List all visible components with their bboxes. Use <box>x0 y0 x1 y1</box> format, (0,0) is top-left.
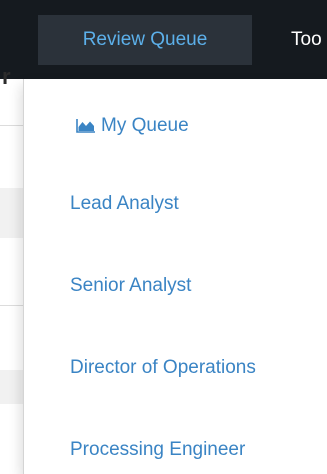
menu-item-lead-analyst[interactable]: Lead Analyst <box>70 193 179 215</box>
menu-item-label: My Queue <box>101 115 189 136</box>
background-divider <box>0 305 24 306</box>
menu-item-label: Processing Engineer <box>70 439 246 460</box>
nav-tab-label: Too <box>291 29 322 50</box>
menu-item-senior-analyst[interactable]: Senior Analyst <box>70 275 191 297</box>
menu-item-label: Senior Analyst <box>70 275 192 296</box>
area-chart-icon <box>76 119 95 133</box>
nav-tab-tools[interactable]: Too <box>291 15 322 65</box>
nav-tab-label: Review Queue <box>82 29 208 50</box>
background-panel <box>0 188 24 238</box>
menu-item-label: Lead Analyst <box>70 193 179 214</box>
menu-item-label: Director of Operations <box>70 357 256 378</box>
menu-item-director-of-operations[interactable]: Director of Operations <box>70 357 256 379</box>
review-queue-dropdown-menu: My Queue Lead Analyst Senior Analyst Dir… <box>23 79 327 474</box>
background-panel <box>0 370 24 404</box>
background-divider <box>0 125 24 126</box>
menu-item-processing-engineer[interactable]: Processing Engineer <box>70 439 245 461</box>
menu-item-my-queue[interactable]: My Queue <box>76 115 189 137</box>
page-heading-partial: r <box>2 64 11 89</box>
nav-tab-review-queue[interactable]: Review Queue <box>38 15 252 65</box>
top-nav-bar: Review Queue Too <box>0 0 327 79</box>
